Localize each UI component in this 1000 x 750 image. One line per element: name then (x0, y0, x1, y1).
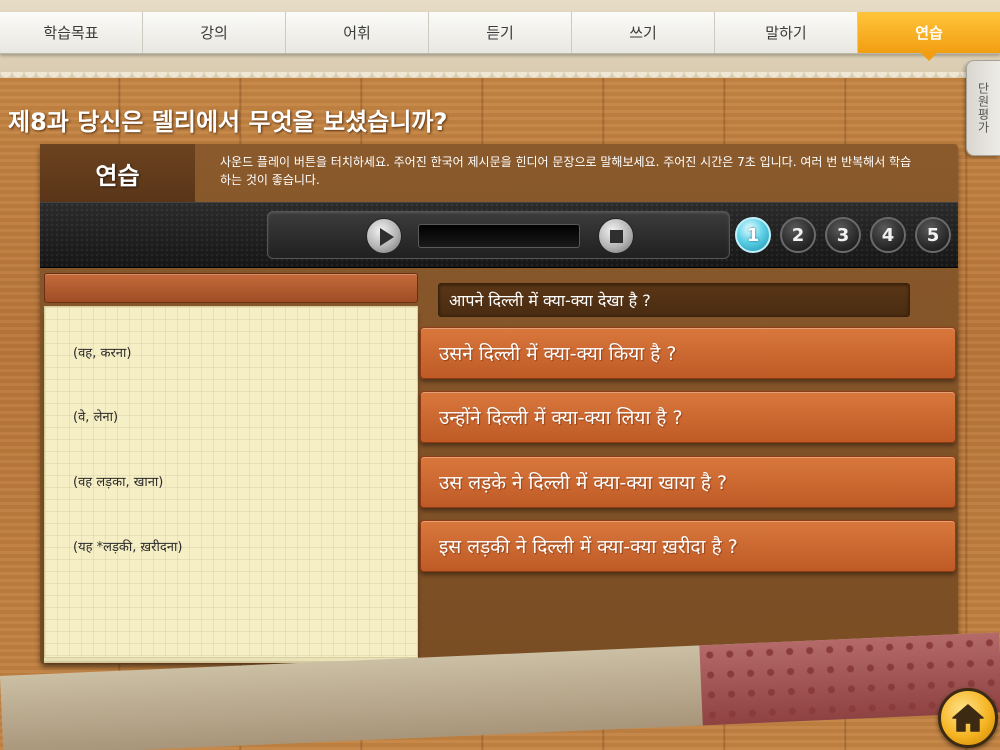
play-icon[interactable] (366, 218, 402, 254)
tab-writing[interactable]: 쓰기 (572, 12, 715, 53)
notepad-header (44, 273, 418, 303)
question-number-button[interactable]: 2 (780, 217, 816, 253)
hint-item: (वह लड़का, खाना) (73, 475, 164, 490)
answer-option[interactable]: उन्होंने दिल्ली में क्या-क्या लिया है ? (420, 391, 956, 443)
top-tab-bar: 학습목표 강의 어휘 듣기 쓰기 말하기 연습 (0, 12, 1000, 61)
instruction-text: 사운드 플레이 버튼을 터치하세요. 주어진 한국어 제시문을 힌디어 문장으로… (220, 155, 912, 187)
stop-icon[interactable] (598, 218, 634, 254)
question-number-button[interactable]: 4 (870, 217, 906, 253)
hint-notepad: (वह, करना) (वे, लेना) (वह लड़का, खाना) (… (44, 306, 418, 658)
answer-option[interactable]: उस लड़के ने दिल्ली में क्या-क्या खाया है… (420, 456, 956, 508)
audio-control-bar: 1 2 3 4 5 (40, 202, 958, 268)
lesson-title: 제8과 당신은 델리에서 무엇을 보셨습니까? (8, 108, 448, 136)
tab-lecture[interactable]: 강의 (143, 12, 286, 53)
question-number-button[interactable]: 3 (825, 217, 861, 253)
home-icon (952, 704, 984, 732)
hint-item: (वह, करना) (73, 346, 132, 361)
tab-listening[interactable]: 듣기 (429, 12, 572, 53)
answer-option[interactable]: उसने दिल्ली में क्या-क्या किया है ? (420, 327, 956, 379)
hint-item: (यह *लड़की, ख़रीदना) (73, 540, 183, 555)
question-number-buttons: 1 2 3 4 5 (735, 217, 951, 255)
instruction-row: 연습 사운드 플레이 버튼을 터치하세요. 주어진 한국어 제시문을 힌디어 문… (40, 144, 958, 202)
question-prompt: आपने दिल्ली में क्या-क्या देखा है ? (438, 283, 910, 317)
audio-progress-track (418, 224, 580, 248)
audio-player (267, 211, 730, 259)
unit-assessment-tab[interactable]: 단원평가 (966, 60, 1000, 156)
tab-speaking[interactable]: 말하기 (715, 12, 858, 53)
answer-option[interactable]: इस लड़की ने दिल्ली में क्या-क्या ख़रीदा … (420, 520, 956, 572)
section-label: 연습 (40, 144, 195, 202)
tab-practice[interactable]: 연습 (858, 12, 1000, 61)
home-button[interactable] (938, 688, 998, 748)
hint-item: (वे, लेना) (73, 410, 119, 425)
tab-learning-goals[interactable]: 학습목표 (0, 12, 143, 53)
tab-vocabulary[interactable]: 어휘 (286, 12, 429, 53)
question-number-button[interactable]: 1 (735, 217, 771, 253)
practice-panel: 연습 사운드 플레이 버튼을 터치하세요. 주어진 한국어 제시문을 힌디어 문… (40, 144, 958, 664)
unit-assessment-label: 단원평가 (976, 82, 990, 134)
question-number-button[interactable]: 5 (915, 217, 951, 253)
